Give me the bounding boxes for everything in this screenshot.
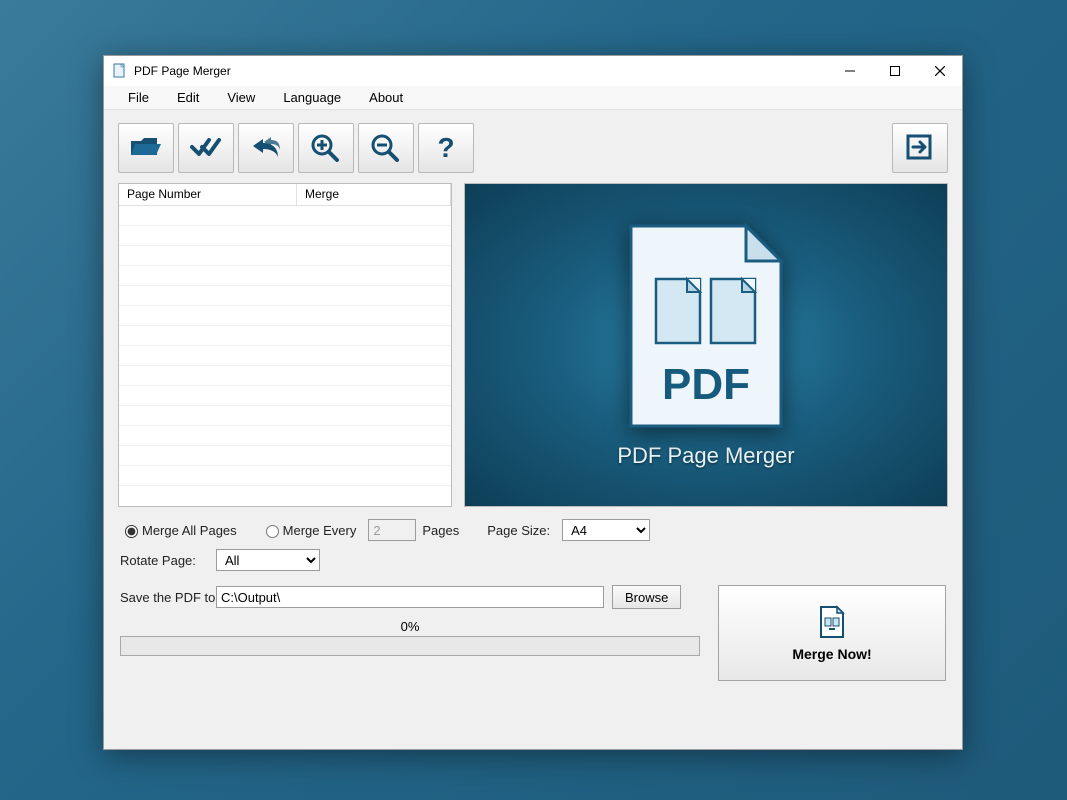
table-row (119, 406, 451, 426)
preview-title: PDF Page Merger (617, 443, 794, 469)
page-grid[interactable]: Page Number Merge (118, 183, 452, 507)
menu-view[interactable]: View (213, 86, 269, 109)
rotate-label: Rotate Page: (120, 553, 216, 568)
svg-text:?: ? (437, 132, 454, 162)
question-icon: ? (429, 132, 463, 165)
export-icon (903, 132, 937, 165)
window-title: PDF Page Merger (134, 64, 827, 78)
col-merge[interactable]: Merge (297, 184, 451, 205)
pdf-label: PDF (662, 360, 750, 409)
page-size-select[interactable]: A4 (562, 519, 650, 541)
pdf-document-icon: PDF (621, 221, 791, 431)
menubar: File Edit View Language About (104, 86, 962, 110)
table-row (119, 286, 451, 306)
double-check-icon (189, 133, 223, 164)
close-button[interactable] (917, 56, 962, 86)
grid-header: Page Number Merge (119, 184, 451, 206)
zoom-out-icon (369, 132, 403, 165)
grid-body (119, 206, 451, 506)
toolbar: ? (104, 110, 962, 183)
table-row (119, 266, 451, 286)
bottom-row: Save the PDF to Browse 0% Merge Now! (104, 585, 962, 695)
app-window: PDF Page Merger File Edit View Language … (103, 55, 963, 750)
table-row (119, 326, 451, 346)
progress-bar (120, 636, 700, 656)
col-page-number[interactable]: Page Number (119, 184, 297, 205)
minimize-button[interactable] (827, 56, 872, 86)
zoom-out-button[interactable] (358, 123, 414, 173)
merge-all-radio[interactable] (125, 525, 138, 538)
rotate-select[interactable]: All (216, 549, 320, 571)
undo-button[interactable] (238, 123, 294, 173)
merge-now-icon (817, 605, 847, 646)
app-icon (112, 63, 128, 79)
save-path-input[interactable] (216, 586, 604, 608)
export-button[interactable] (892, 123, 948, 173)
open-button[interactable] (118, 123, 174, 173)
merge-every-radio[interactable] (266, 525, 279, 538)
titlebar: PDF Page Merger (104, 56, 962, 86)
menu-about[interactable]: About (355, 86, 417, 109)
menu-language[interactable]: Language (269, 86, 355, 109)
save-label: Save the PDF to (120, 590, 216, 605)
table-row (119, 446, 451, 466)
merge-now-button[interactable]: Merge Now! (718, 585, 946, 681)
maximize-button[interactable] (872, 56, 917, 86)
progress-label: 0% (120, 619, 700, 634)
table-row (119, 346, 451, 366)
table-row (119, 366, 451, 386)
zoom-in-icon (309, 132, 343, 165)
table-row (119, 246, 451, 266)
merge-all-label: Merge All Pages (142, 523, 237, 538)
folder-open-icon (129, 133, 163, 164)
table-row (119, 426, 451, 446)
merge-now-label: Merge Now! (792, 646, 871, 662)
page-size-label: Page Size: (487, 523, 550, 538)
zoom-in-button[interactable] (298, 123, 354, 173)
table-row (119, 206, 451, 226)
undo-icon (249, 133, 283, 164)
pages-suffix-label: Pages (422, 523, 459, 538)
menu-edit[interactable]: Edit (163, 86, 213, 109)
menu-file[interactable]: File (114, 86, 163, 109)
browse-button[interactable]: Browse (612, 585, 681, 609)
table-row (119, 226, 451, 246)
table-row (119, 386, 451, 406)
help-button[interactable]: ? (418, 123, 474, 173)
options-area: Merge All Pages Merge Every Pages Page S… (104, 507, 962, 585)
merge-every-label: Merge Every (283, 523, 357, 538)
merge-every-count[interactable] (368, 519, 416, 541)
preview-panel: PDF PDF Page Merger (464, 183, 948, 507)
table-row (119, 306, 451, 326)
table-row (119, 466, 451, 486)
select-all-button[interactable] (178, 123, 234, 173)
content-row: Page Number Merge (104, 183, 962, 507)
